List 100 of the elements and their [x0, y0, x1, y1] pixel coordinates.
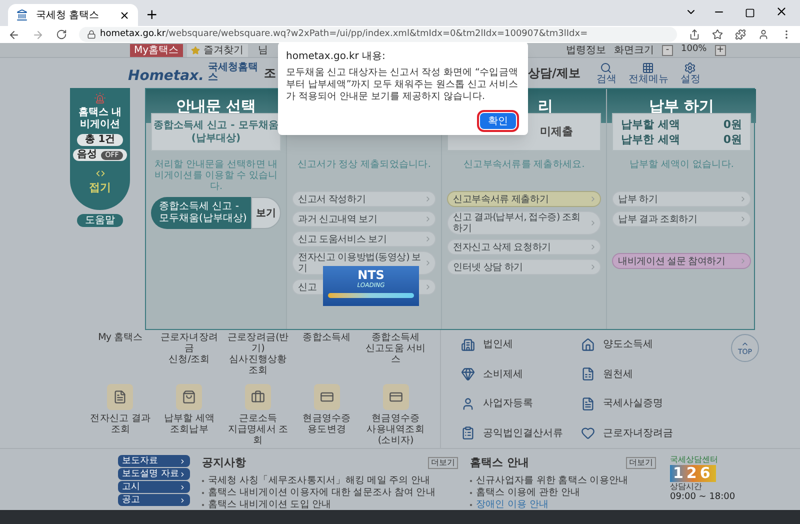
tax-link[interactable]: 소비제세 — [483, 366, 523, 382]
icon-tile[interactable] — [176, 384, 202, 410]
back-icon[interactable] — [8, 28, 20, 40]
tax-link[interactable]: 양도소득세 — [603, 337, 653, 352]
profile-icon[interactable] — [758, 29, 769, 40]
notice-link[interactable]: 홈택스 내비게이션 도입 안내 — [202, 498, 332, 510]
share-icon[interactable] — [689, 29, 700, 40]
building-icon — [461, 338, 475, 352]
my-hometax-button[interactable]: My홈택스 — [130, 44, 183, 56]
quick-link[interactable]: 근로소득 지급명세서 조회 — [226, 413, 290, 446]
icon-tile[interactable] — [314, 384, 340, 410]
hours: 09:00 ~ 18:00 — [670, 492, 736, 502]
notice-link[interactable]: 홈택스 이용에 관한 안내 — [470, 486, 580, 498]
notice-link[interactable]: 국세청 사칭「세무조사통지서」해킹 메일 주의 안내 — [202, 474, 430, 486]
tax-link[interactable]: 원천세 — [603, 366, 633, 382]
view-button[interactable]: 보기 — [251, 197, 281, 229]
side-menu-button[interactable]: 보도자료 — [118, 455, 190, 467]
help-button[interactable]: 도움말 — [77, 214, 123, 227]
chevron-icon — [424, 259, 432, 267]
quick-link[interactable]: 현금영수증 사용내역조회 (소비자) — [366, 413, 424, 446]
tax-link[interactable]: 국세사실증명 — [603, 396, 663, 412]
side-menu-button[interactable]: 보도설명 자료 — [118, 468, 190, 480]
quick-link[interactable]: 현금영수증 용도변경 — [302, 413, 351, 435]
quick-link[interactable]: 근로장려금(반기) 심사진행상황 조회 — [226, 332, 290, 376]
tax-link[interactable]: 사업자등록 — [483, 396, 533, 412]
icon-tile[interactable] — [382, 384, 409, 410]
briefcase-icon — [250, 390, 265, 404]
icon-tile[interactable] — [244, 384, 271, 410]
browser-tab[interactable]: 국세청 홈택스 — [8, 4, 138, 26]
link-pill[interactable]: 과거 신고내역 보기 — [292, 211, 436, 227]
utility-link[interactable]: 법령정보 — [566, 42, 606, 58]
chevron-icon — [589, 243, 597, 251]
address-field[interactable]: hometax.go.kr/websquare/websquare.wq?w2xPath=/ui/pp/index.xml&tmIdx=0&tm2lIdx=100907&tm3lIdx= — [79, 27, 677, 42]
search-icon — [600, 62, 612, 74]
close-icon[interactable] — [119, 10, 130, 20]
house-icon — [581, 338, 595, 352]
amount-value: 0원 — [723, 117, 742, 132]
close-icon[interactable] — [775, 5, 788, 18]
fold-button[interactable]: 접기 — [89, 182, 111, 194]
link-pill[interactable]: 납부 결과 조회하기 — [612, 211, 751, 227]
zoom-in-button[interactable]: + — [714, 44, 726, 56]
chevron-icon — [739, 215, 747, 223]
chevron-icon — [424, 283, 432, 291]
link-pill[interactable]: 인터넷 상담 하기 — [447, 259, 601, 275]
link-pill[interactable]: 내비게이션 설문 참여하기 — [612, 253, 751, 269]
heart-icon — [581, 426, 595, 440]
notice-item[interactable]: 종합소득세 신고 - 모두채움(납부대상) — [151, 197, 251, 229]
column-title: 납부 하기 — [648, 96, 714, 117]
amount-value: 0원 — [723, 132, 742, 147]
bookmark-icon[interactable] — [712, 29, 723, 40]
tax-link[interactable]: 법인세 — [483, 337, 513, 352]
quick-link[interactable]: 근로자녀장려금 신청/조회 — [156, 332, 222, 376]
siren-icon — [94, 92, 106, 104]
link-pill[interactable]: 신고 도움서비스 보기 — [292, 231, 436, 247]
grid-icon — [642, 62, 654, 74]
link-pill[interactable]: 신고서 작성하기 — [292, 191, 436, 207]
link-pill[interactable]: 신고부속서류 제출하기 — [447, 191, 601, 207]
quick-link[interactable]: 전자신고 결과조회 — [88, 413, 153, 435]
maximize-icon[interactable] — [745, 8, 755, 18]
header-tool-button[interactable]: 설정 — [680, 62, 700, 84]
nav-menu-item[interactable]: 상담/제보 — [528, 64, 580, 82]
favorites-button[interactable]: 즐겨찾기 — [186, 44, 248, 56]
header-tool-button[interactable]: 검색 — [596, 62, 616, 84]
utility-link[interactable]: 화면크기 — [614, 42, 654, 58]
quick-link[interactable]: 종합소득세 신고도움 서비스 — [363, 332, 428, 376]
chevron-icon — [589, 219, 597, 227]
notice-link[interactable]: 신규사업자를 위한 홈택스 이용안내 — [470, 474, 628, 486]
gem-icon — [461, 367, 475, 382]
side-menu-button[interactable]: 고시 — [118, 481, 190, 493]
section-title: 공지사항 — [202, 455, 246, 471]
reload-icon[interactable] — [56, 29, 67, 40]
site-icon — [16, 9, 28, 21]
link-pill[interactable]: 전자신고 삭제 요청하기 — [447, 239, 601, 255]
more-button[interactable]: 더보기 — [428, 457, 458, 470]
tax-link[interactable]: 공익법인결산서류 — [483, 426, 563, 441]
more-button[interactable]: 더보기 — [626, 457, 656, 470]
new-tab-button[interactable]: + — [146, 8, 158, 22]
navigator-title: 홈택스 내비게이션 — [77, 107, 123, 131]
notice-box: 종합소득세 신고 - 모두채움 (납부대상) — [151, 113, 281, 151]
quick-link[interactable]: My 홈택스 — [88, 332, 153, 376]
extensions-icon[interactable] — [735, 29, 746, 40]
quick-link[interactable]: 종합소득세 — [294, 332, 360, 376]
up-icon — [741, 340, 749, 348]
side-menu-button[interactable]: 공고 — [118, 494, 190, 506]
quick-link[interactable]: 납부할 세액 조회납부 — [164, 413, 215, 435]
icon-tile[interactable] — [107, 384, 134, 410]
zoom-out-button[interactable]: - — [662, 44, 673, 56]
tax-link[interactable]: 근로자녀장려금 — [603, 426, 673, 441]
notice-link[interactable]: 홈택스 내비게이션 이용자에 대한 설문조사 참여 안내 — [202, 486, 436, 498]
header-tool-button[interactable]: 전체메뉴 — [628, 62, 668, 84]
link-pill[interactable]: 납부 하기 — [612, 191, 751, 207]
column-hint: 처리할 안내문을 선택하면 내비게이션를 이용할 수 있습니다. — [153, 159, 279, 189]
settings-icon — [684, 62, 696, 74]
nav-menu-item[interactable]: 조 — [264, 64, 276, 82]
chevron-icon — [424, 235, 432, 243]
ok-button[interactable]: 확인 — [480, 113, 516, 129]
bag-icon — [182, 390, 196, 404]
zoom-value: 100% — [681, 43, 707, 56]
link-pill[interactable]: 신고 결과(납부서, 접수증) 조회하기 — [447, 211, 601, 235]
user-suffix: 님 — [258, 44, 268, 58]
